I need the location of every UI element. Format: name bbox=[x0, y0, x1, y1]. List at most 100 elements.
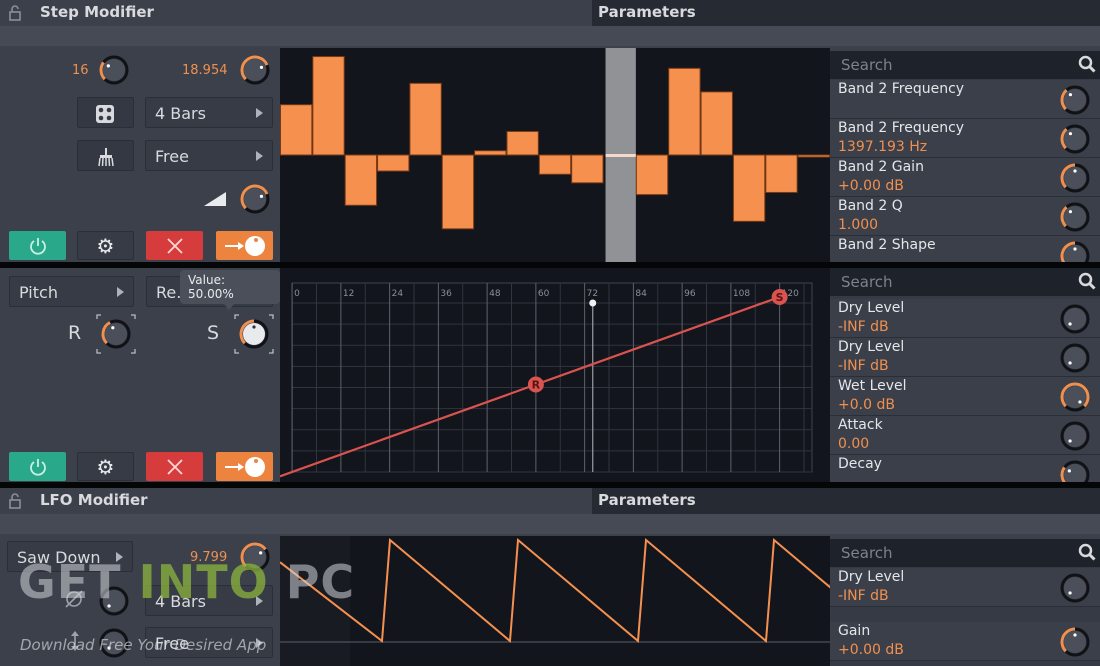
parameter-knob[interactable] bbox=[1058, 302, 1092, 336]
steps-value: 16 bbox=[72, 63, 89, 78]
parameter-row[interactable]: Decay bbox=[830, 455, 1100, 482]
step-bar[interactable] bbox=[280, 104, 313, 156]
search-field[interactable]: Search bbox=[830, 268, 1100, 296]
step-bar[interactable] bbox=[377, 154, 410, 172]
lock-open-icon[interactable] bbox=[9, 493, 21, 509]
length-select[interactable]: 4 Bars bbox=[145, 97, 273, 128]
remap-controls: Pitch Re... Value: 50.00% R S ⚙ bbox=[0, 268, 280, 482]
step-bar[interactable] bbox=[409, 82, 442, 156]
close-icon bbox=[166, 458, 183, 475]
step-bar[interactable] bbox=[312, 56, 345, 156]
s-knob[interactable] bbox=[237, 317, 271, 351]
watermark-pc: PC bbox=[268, 555, 356, 609]
sync-select[interactable]: Free bbox=[145, 140, 273, 171]
step-sequencer[interactable] bbox=[280, 48, 830, 262]
parameter-knob[interactable] bbox=[1058, 161, 1092, 195]
parameter-knob[interactable] bbox=[1058, 341, 1092, 375]
settings-button[interactable]: ⚙ bbox=[77, 452, 134, 481]
lfo-graph[interactable] bbox=[279, 536, 904, 666]
parameter-row[interactable]: Band 2 Shape bbox=[830, 236, 1100, 262]
parameter-knob[interactable] bbox=[1058, 200, 1092, 234]
parameter-row[interactable]: Attack 0.00 bbox=[830, 416, 1100, 455]
power-button[interactable] bbox=[9, 231, 66, 260]
parameter-row[interactable]: Band 2 Frequency 1397.193 Hz bbox=[830, 119, 1100, 158]
search-icon[interactable] bbox=[1078, 272, 1096, 290]
parameter-row[interactable]: Dry Level -INF dB bbox=[830, 299, 1100, 338]
parameter-knob[interactable] bbox=[1058, 458, 1092, 482]
lfo-chart[interactable] bbox=[279, 536, 904, 666]
parameter-row[interactable]: Dry Level -INF dB bbox=[830, 338, 1100, 377]
header-strip bbox=[0, 514, 1100, 534]
lock-open-icon[interactable] bbox=[9, 5, 21, 21]
watermark-into: INTO bbox=[138, 555, 269, 609]
step-controls: 16 18.954 4 Bars Free ⚙ bbox=[0, 46, 280, 262]
parameter-row[interactable]: Band 2 Q 1.000 bbox=[830, 197, 1100, 236]
search-icon[interactable] bbox=[1078, 543, 1096, 561]
map-button[interactable] bbox=[216, 452, 273, 481]
step-bar[interactable] bbox=[344, 154, 378, 206]
parameter-row[interactable]: Band 2 Gain +0.00 dB bbox=[830, 158, 1100, 197]
x-tick-label: 108 bbox=[733, 289, 750, 299]
step-bar[interactable] bbox=[668, 67, 701, 156]
r-knob[interactable] bbox=[99, 317, 133, 351]
lfo-waveform bbox=[279, 537, 904, 644]
parameter-value: +0.00 dB bbox=[838, 642, 904, 658]
delete-button[interactable] bbox=[146, 231, 203, 260]
step-bar[interactable] bbox=[765, 154, 798, 193]
search-placeholder: Search bbox=[841, 273, 893, 291]
parameter-row[interactable]: Wet Level +0.0 dB bbox=[830, 377, 1100, 416]
x-tick-label: 96 bbox=[684, 289, 696, 299]
remap-chart[interactable]: 0 12 24 36 48 60 72 84 96 108 120RS bbox=[279, 268, 830, 482]
map-button[interactable] bbox=[216, 231, 273, 260]
power-button[interactable] bbox=[9, 452, 66, 481]
search-icon[interactable] bbox=[1078, 55, 1096, 73]
parameter-row[interactable]: Band 2 Frequency bbox=[830, 80, 1100, 119]
x-tick-label: 0 bbox=[294, 289, 300, 299]
parameter-value: +0.0 dB bbox=[838, 397, 895, 413]
parameter-knob[interactable] bbox=[1058, 380, 1092, 414]
step-bar[interactable] bbox=[538, 154, 572, 175]
remap-graph[interactable]: 0 12 24 36 48 60 72 84 96 108 120 R S bbox=[279, 268, 830, 482]
parameter-value: 1.000 bbox=[838, 217, 879, 233]
parameter-knob[interactable] bbox=[1058, 239, 1092, 262]
parameter-knob[interactable] bbox=[1058, 571, 1092, 605]
search-field[interactable]: Search bbox=[830, 51, 1100, 79]
parameter-row[interactable]: Gain +0.00 dB bbox=[830, 622, 1100, 661]
step-bar[interactable] bbox=[506, 130, 539, 156]
step-bar[interactable] bbox=[571, 154, 604, 184]
gear-icon: ⚙ bbox=[96, 454, 115, 479]
curve-handle-label: S bbox=[776, 291, 784, 304]
search-field[interactable]: Search bbox=[830, 539, 1100, 567]
step-chart[interactable] bbox=[280, 48, 830, 262]
randomize-button[interactable] bbox=[77, 97, 134, 128]
power-icon bbox=[29, 458, 46, 476]
step-bar[interactable] bbox=[605, 154, 636, 157]
smooth-knob[interactable] bbox=[238, 182, 272, 216]
parameters-title: Parameters bbox=[592, 488, 1100, 514]
power-icon bbox=[29, 237, 46, 255]
parameter-row[interactable]: Dry Level -INF dB bbox=[830, 568, 1100, 607]
step-bar[interactable] bbox=[797, 154, 830, 158]
settings-button[interactable]: ⚙ bbox=[77, 231, 134, 260]
rate-value: 18.954 bbox=[182, 63, 228, 78]
cursor-handle[interactable] bbox=[589, 299, 597, 307]
x-tick-label: 36 bbox=[440, 289, 452, 299]
parameter-knob[interactable] bbox=[1058, 419, 1092, 453]
parameter-knob[interactable] bbox=[1058, 122, 1092, 156]
rate-knob[interactable] bbox=[238, 53, 272, 87]
step-bar[interactable] bbox=[474, 150, 507, 156]
parameter-knob[interactable] bbox=[1058, 83, 1092, 117]
step-bar[interactable] bbox=[700, 91, 733, 156]
step-bar[interactable] bbox=[441, 154, 475, 230]
x-tick-label: 12 bbox=[343, 289, 354, 299]
x-tick-label: 84 bbox=[635, 289, 647, 299]
parameters-list: Search Band 2 Frequency Band 2 Frequency… bbox=[830, 51, 1100, 262]
clear-button[interactable] bbox=[77, 140, 134, 171]
step-bar[interactable] bbox=[732, 154, 766, 222]
source-select[interactable]: Pitch bbox=[9, 276, 134, 307]
steps-knob[interactable] bbox=[97, 53, 131, 87]
header-strip bbox=[0, 26, 1100, 46]
delete-button[interactable] bbox=[146, 452, 203, 481]
parameter-knob[interactable] bbox=[1058, 625, 1092, 659]
step-bar[interactable] bbox=[635, 154, 669, 196]
